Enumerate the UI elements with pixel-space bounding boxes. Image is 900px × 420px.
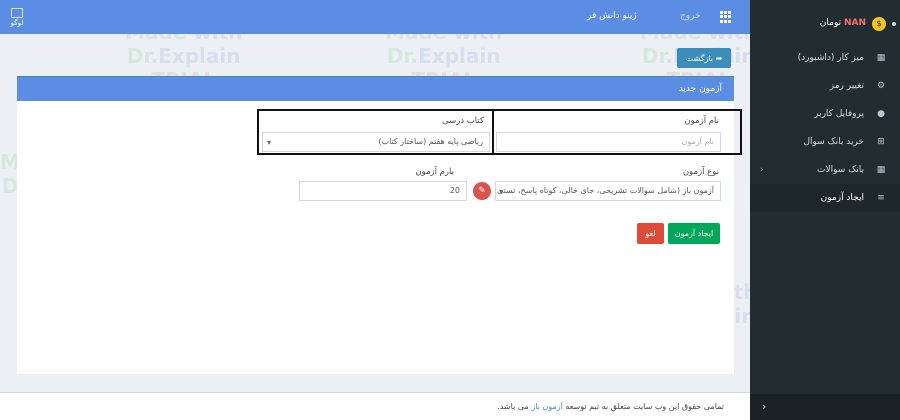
sidebar-item-change-password[interactable]: ⚙ تغییر رمز [750,72,900,100]
tag-icon: ✎ [473,182,491,200]
sidebar-item-label: ایجاد آزمون [820,193,864,203]
apps-grid-icon[interactable] [720,11,732,23]
sidebar-item-label: خرید بانک سوال [803,137,864,147]
share-arrow-icon: ➦ [715,53,723,63]
chevron-right-icon: › [762,400,767,413]
exam-type-label: نوع آزمون [682,167,719,177]
sidebar-item-label: پروفایل کاربر [814,109,864,119]
top-header: لوگو ژینو دانش فر خروج [0,0,750,34]
logo[interactable]: لوگو [6,8,28,27]
sidebar-item-question-bank[interactable]: ▦ بانک سوالات ‹ [750,156,900,184]
sidebar-item-label: میز کار (داشبورد) [797,53,864,63]
footer: تمامی حقوق این وب سایت متعلق به تیم توسع… [0,392,750,420]
sidebar-item-dashboard[interactable]: ▦ میز کار (داشبورد) [750,44,900,72]
sidebar-item-profile[interactable]: ● پروفایل کاربر [750,100,900,128]
new-exam-card: آزمون جدید نام آزمون نام آزمون کتاب درسی… [17,76,742,374]
textbook-select[interactable]: ریاضی پایه هفتم (ساختار کتاب) [262,132,490,152]
broken-image-icon [11,8,23,18]
brand-link[interactable]: آزمون باز [531,402,562,411]
exam-score-input[interactable]: 20 [299,181,467,201]
status-dot-icon [892,22,896,26]
back-button-label: بازگشت [685,53,714,63]
cancel-button[interactable]: لغو [637,223,664,244]
logout-link[interactable]: خروج [680,11,701,21]
exam-name-input[interactable]: نام آزمون [496,132,721,152]
sidebar: $ NAN تومان ▦ میز کار (داشبورد) ⚙ تغییر … [750,0,900,420]
sidebar-item-buy-question-bank[interactable]: ⊞ خرید بانک سوال [750,128,900,156]
chevron-down-icon: ▾ [267,138,272,147]
user-balance[interactable]: $ NAN تومان [750,16,900,34]
sidebar-item-create-exam[interactable]: ≡ ایجاد آزمون [750,184,900,212]
back-button[interactable]: ➦ بازگشت [677,48,731,68]
cart-icon: ⊞ [877,137,885,147]
chevron-left-icon: ‹ [760,165,764,175]
sidebar-item-label: تغییر رمز [829,81,864,91]
card-title: آزمون جدید [17,77,734,101]
grid-icon: ▦ [876,165,886,175]
copyright-text: تمامی حقوق این وب سایت متعلق به تیم توسع… [497,402,724,411]
chevron-down-icon: ▾ [499,187,504,196]
sidebar-collapse-bar[interactable]: › [750,394,900,420]
gear-icon: ⚙ [876,81,886,91]
exam-type-selected-value: آزمون باز (شامل سوالات تشریحی، جای خالی،… [495,186,714,195]
dashboard-grid-icon: ▦ [876,53,886,63]
exam-type-select[interactable]: آزمون باز (شامل سوالات تشریحی، جای خالی،… [495,181,721,201]
exam-score-label: بارم آزمون [415,167,454,177]
logo-label: لوگو [10,19,24,27]
balance-text: NAN تومان [819,18,866,28]
sidebar-item-label: بانک سوالات [817,165,864,175]
exam-name-label: نام آزمون [684,116,719,126]
create-exam-button[interactable]: ایجاد آزمون [668,223,720,244]
list-icon: ≡ [877,193,885,203]
textbook-selected-value: ریاضی پایه هفتم (ساختار کتاب) [378,137,483,146]
textbook-label: کتاب درسی [441,116,484,126]
app-title: ژینو دانش فر [587,11,637,21]
user-icon: ● [877,109,885,119]
coin-icon: $ [872,17,886,31]
